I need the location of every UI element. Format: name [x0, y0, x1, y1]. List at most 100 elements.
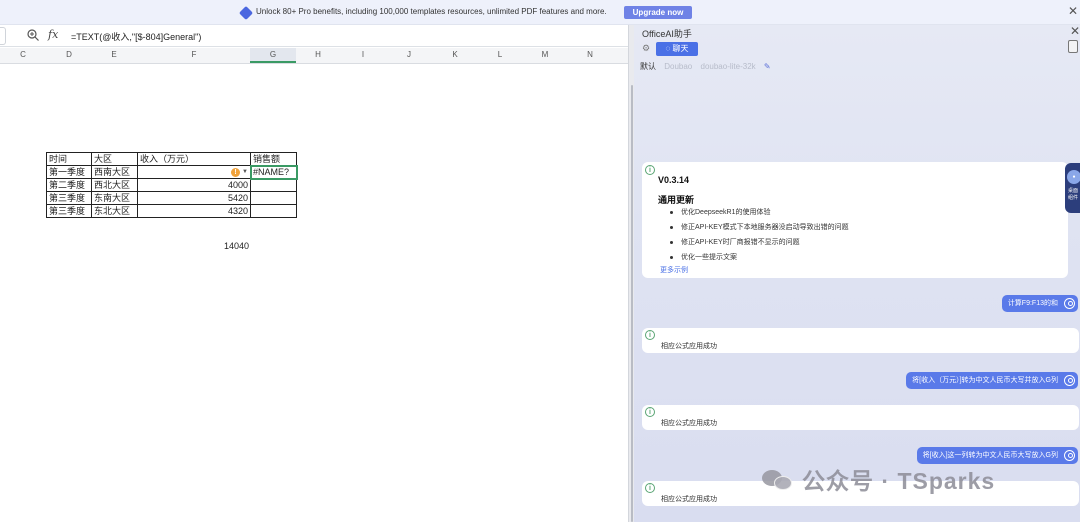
- formula-bar: fx =TEXT(@收入,"[$-804]General"): [0, 25, 628, 47]
- cell-grid[interactable]: 时间 大区 收入（万元） 销售额 第一季度 西南大区 ! ▼ #NAME? 第二…: [0, 64, 628, 522]
- table-cell[interactable]: 第二季度: [46, 178, 92, 192]
- zoom-icon[interactable]: [26, 28, 40, 42]
- app-window: Unlock 80+ Pro benefits, including 100,0…: [0, 0, 1080, 522]
- wechat-icon: [762, 466, 796, 492]
- column-l[interactable]: L: [490, 50, 510, 59]
- message-text: 相应公式应用成功: [661, 343, 717, 350]
- warning-icon[interactable]: !: [231, 167, 241, 177]
- table-cell[interactable]: 西南大区: [91, 165, 138, 179]
- message-text: 相应公式应用成功: [661, 496, 717, 503]
- promo-banner: Unlock 80+ Pro benefits, including 100,0…: [0, 0, 1080, 25]
- table-cell[interactable]: 4320: [137, 204, 251, 218]
- list-item: 修正API-KEY时厂商报错不显示的问题: [670, 237, 849, 252]
- name-box[interactable]: [0, 27, 6, 45]
- list-item: 优化DeepseekR1的使用体验: [670, 207, 849, 222]
- release-notes-list: 优化DeepseekR1的使用体验 修正API-KEY模式下本地服务器没启动导致…: [670, 207, 849, 267]
- table-header-row: 时间 大区 收入（万元） 销售额: [46, 152, 297, 166]
- error-indicator[interactable]: ! ▼: [231, 167, 248, 178]
- table-cell[interactable]: 4000: [137, 178, 251, 192]
- message-text: 将[收入]这一列转为中文人民币大写放入G列: [922, 452, 1058, 459]
- message-text: 相应公式应用成功: [661, 420, 717, 427]
- desktop-widget[interactable]: ● 桌面组件: [1065, 163, 1080, 213]
- close-icon[interactable]: ✕: [1070, 24, 1080, 38]
- table-row: 第三季度 东北大区 4320: [46, 204, 297, 218]
- header-cell[interactable]: 收入（万元）: [137, 152, 251, 166]
- assistant-message: i 相应公式应用成功: [642, 405, 1079, 430]
- table-row: 第三季度 东南大区 5420: [46, 191, 297, 205]
- column-c[interactable]: C: [13, 50, 33, 59]
- column-h[interactable]: H: [308, 50, 328, 59]
- info-icon: i: [645, 330, 655, 340]
- selected-cell[interactable]: #NAME?: [249, 164, 298, 180]
- message-text: 将[收入（万元）]转为中文人民币大写并放入G列: [912, 377, 1058, 384]
- upgrade-button[interactable]: Upgrade now: [624, 6, 692, 19]
- table-cell[interactable]: 第一季度: [46, 165, 92, 179]
- formula-input[interactable]: =TEXT(@收入,"[$-804]General"): [71, 30, 201, 43]
- close-icon[interactable]: ✕: [1068, 4, 1078, 18]
- scrollbar[interactable]: [631, 85, 633, 522]
- column-n[interactable]: N: [580, 50, 600, 59]
- widget-avatar-icon: ●: [1067, 170, 1080, 184]
- column-header: C D E F G H I J K L M N: [0, 48, 628, 64]
- column-m[interactable]: M: [535, 50, 555, 59]
- data-table: 时间 大区 收入（万元） 销售额 第一季度 西南大区 ! ▼ #NAME? 第二…: [46, 152, 298, 218]
- version-label: V0.3.14: [658, 175, 690, 185]
- table-cell[interactable]: [250, 191, 297, 205]
- user-avatar-icon: [1064, 298, 1075, 309]
- table-cell[interactable]: 5420: [137, 191, 251, 205]
- model-doubao[interactable]: Doubao: [664, 62, 692, 71]
- list-item: 优化一些提示文案: [670, 252, 849, 267]
- column-f[interactable]: F: [184, 50, 204, 59]
- table-cell[interactable]: 东北大区: [91, 204, 138, 218]
- list-item: 修正API-KEY模式下本地服务器没启动导致出错的问题: [670, 222, 849, 237]
- table-row: 第二季度 西北大区 4000: [46, 178, 297, 192]
- header-cell[interactable]: 时间: [46, 152, 92, 166]
- table-cell[interactable]: 西北大区: [91, 178, 138, 192]
- update-heading: 通用更新: [658, 195, 695, 205]
- widget-label: 桌面组件: [1067, 188, 1078, 201]
- chevron-down-icon[interactable]: ▼: [242, 167, 248, 178]
- release-notes-card: i V0.3.14 通用更新 优化DeepseekR1的使用体验 修正API-K…: [642, 162, 1068, 278]
- watermark: 公众号 · TSparks: [762, 463, 995, 495]
- table-cell[interactable]: [250, 204, 297, 218]
- tab-chat[interactable]: ◌ 聊天: [656, 42, 698, 56]
- message-text: 计算F9:F13的和: [1007, 300, 1058, 307]
- tab-bar: ⚙ ◌ 聊天: [634, 40, 1080, 58]
- column-j[interactable]: J: [399, 50, 419, 59]
- spreadsheet: fx =TEXT(@收入,"[$-804]General") C D E F G…: [0, 25, 628, 522]
- model-default[interactable]: 默认: [640, 62, 656, 71]
- table-cell[interactable]: 第三季度: [46, 191, 92, 205]
- assistant-message: i 相应公式应用成功: [642, 328, 1079, 353]
- panel-title: OfficeAI助手: [642, 29, 692, 39]
- table-cell[interactable]: [250, 178, 297, 192]
- more-examples-link[interactable]: 更多示例: [660, 265, 688, 275]
- tab-chat-label: 聊天: [672, 44, 689, 53]
- edit-icon[interactable]: ✎: [764, 62, 771, 71]
- diamond-icon: [238, 5, 254, 21]
- column-e[interactable]: E: [104, 50, 124, 59]
- watermark-text: 公众号 · TSparks: [802, 468, 996, 494]
- model-doubao-lite[interactable]: doubao-lite-32k: [701, 62, 756, 71]
- fx-icon[interactable]: fx: [48, 28, 58, 41]
- promo-text: Unlock 80+ Pro benefits, including 100,0…: [256, 7, 607, 16]
- table-cell[interactable]: ! ▼: [137, 165, 251, 179]
- user-avatar-icon: [1064, 450, 1075, 461]
- column-d[interactable]: D: [59, 50, 79, 59]
- gear-icon[interactable]: ⚙: [642, 43, 650, 54]
- info-icon: i: [645, 407, 655, 417]
- header-cell[interactable]: 销售额: [250, 152, 297, 166]
- assistant-panel: OfficeAI助手 ✕ ⚙ ◌ 聊天 默认 Doubao doubao-lit…: [634, 24, 1080, 522]
- column-i[interactable]: I: [353, 50, 373, 59]
- model-selector: 默认 Doubao doubao-lite-32k ✎: [640, 61, 777, 72]
- column-g[interactable]: G: [263, 50, 283, 59]
- user-avatar-icon: [1064, 375, 1075, 386]
- table-cell[interactable]: 第三季度: [46, 204, 92, 218]
- table-cell[interactable]: 东南大区: [91, 191, 138, 205]
- column-k[interactable]: K: [445, 50, 465, 59]
- info-icon: i: [645, 483, 655, 493]
- scroll-thumb[interactable]: [1068, 40, 1078, 53]
- user-message: 计算F9:F13的和: [1001, 295, 1078, 312]
- total-cell[interactable]: 14040: [200, 241, 249, 251]
- header-cell[interactable]: 大区: [91, 152, 138, 166]
- table-row: 第一季度 西南大区 ! ▼ #NAME?: [46, 164, 298, 180]
